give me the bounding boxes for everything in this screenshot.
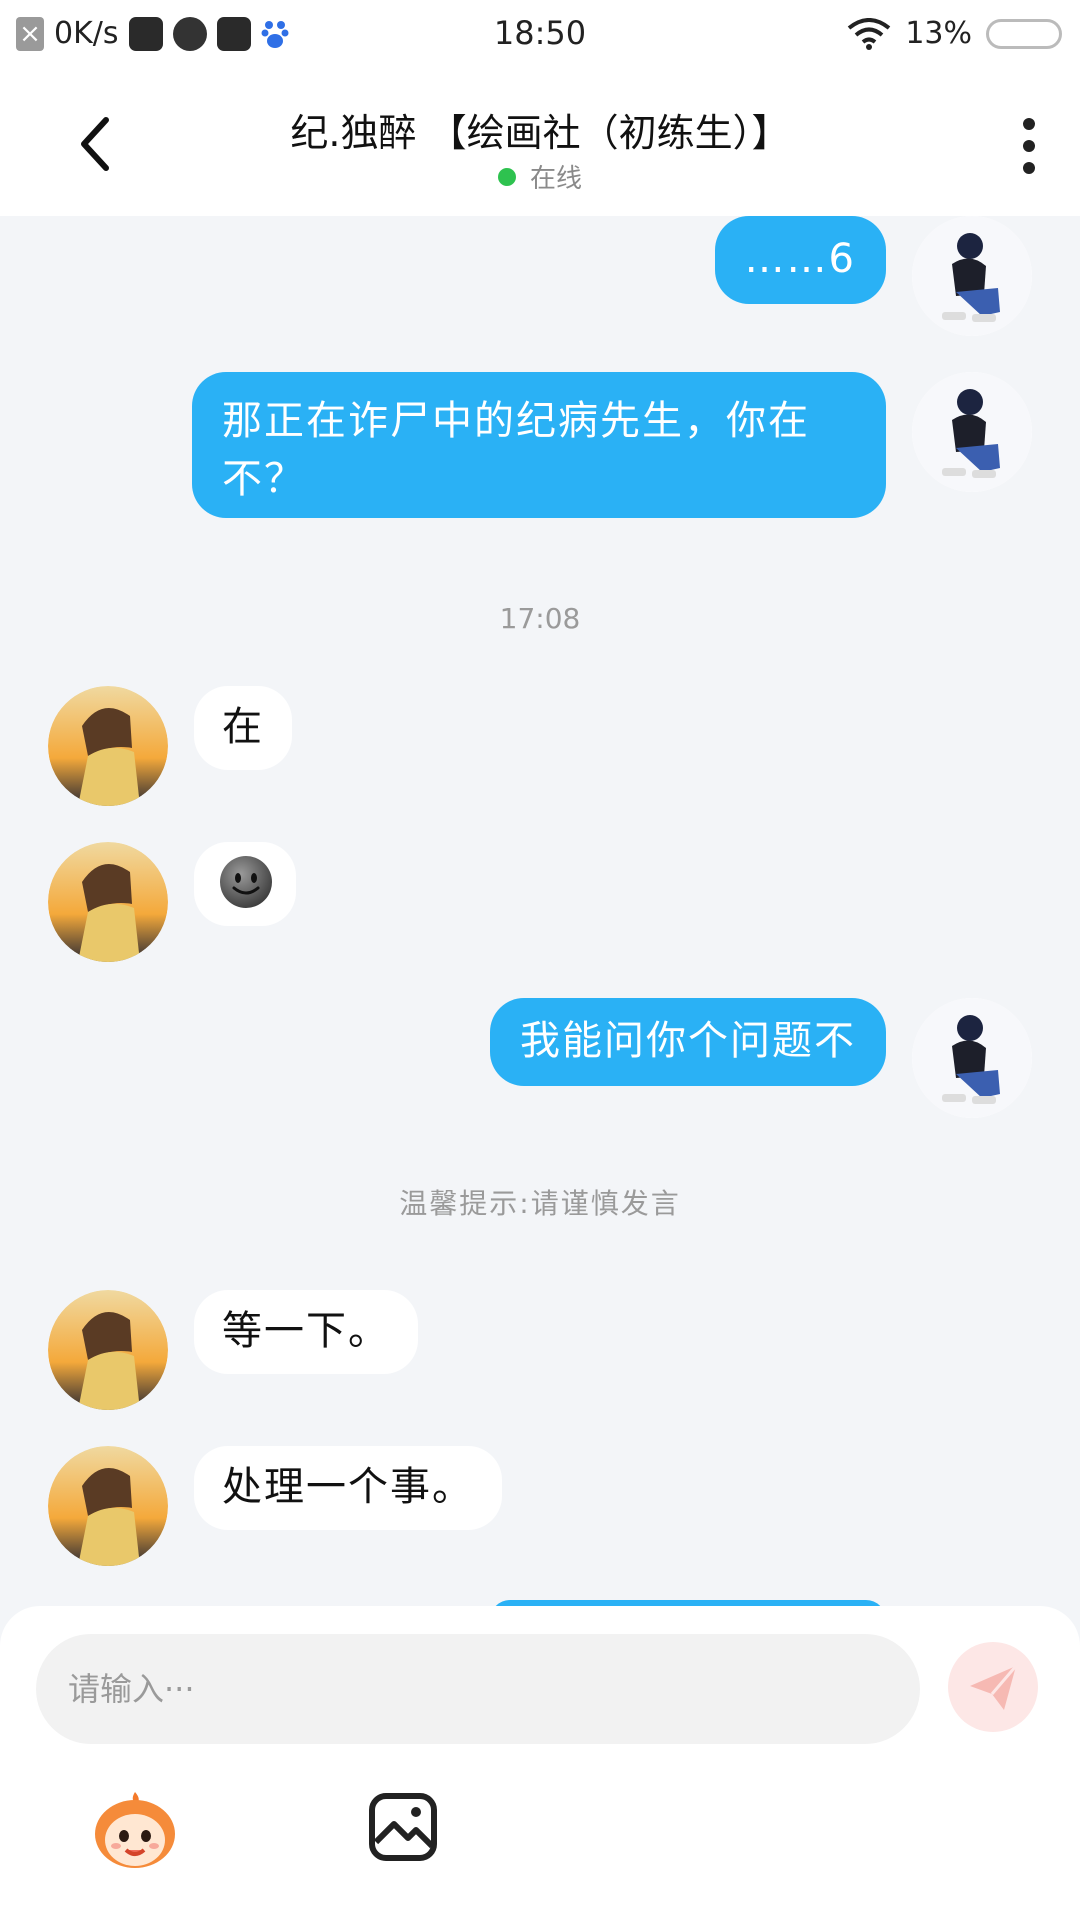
message-list[interactable]: ……6 那正在诈尸中的纪病先生，你在不？ 17:08 在 我能问你个问题不 温馨… bbox=[0, 216, 1080, 1606]
message-bubble-sent[interactable]: 那正在诈尸中的纪病先生，你在不？ bbox=[192, 372, 886, 518]
message-bubble-received[interactable]: 处理一个事。 bbox=[194, 1446, 502, 1530]
online-dot-icon bbox=[497, 167, 516, 186]
contact-avatar[interactable] bbox=[48, 1290, 168, 1410]
message-bubble-received[interactable] bbox=[194, 842, 296, 926]
send-icon bbox=[970, 1665, 1018, 1710]
contact-avatar-image bbox=[48, 686, 168, 806]
my-avatar-image bbox=[912, 216, 1032, 336]
image-icon[interactable] bbox=[368, 1792, 438, 1862]
my-avatar[interactable] bbox=[912, 216, 1032, 336]
my-avatar-image bbox=[912, 372, 1032, 492]
my-avatar[interactable] bbox=[912, 998, 1032, 1118]
send-button[interactable] bbox=[948, 1642, 1038, 1732]
my-avatar[interactable] bbox=[912, 372, 1032, 492]
message-bubble-sent[interactable]: 我能问你个问题不 bbox=[490, 998, 886, 1086]
chat-header: 纪.独醉 【绘画社（初练生）】 在线 bbox=[0, 72, 1080, 216]
chat-title: 纪.独醉 【绘画社（初练生）】 bbox=[290, 111, 790, 155]
battery-icon bbox=[986, 18, 1062, 49]
status-bar: × 0K/s 18:50 13% bbox=[0, 0, 1080, 72]
message-bubble-received[interactable]: 在 bbox=[194, 686, 292, 770]
my-avatar-image bbox=[912, 998, 1032, 1118]
contact-avatar[interactable] bbox=[48, 842, 168, 962]
battery-percent: 13% bbox=[905, 16, 972, 51]
timestamp: 17:08 bbox=[499, 602, 581, 635]
message-bubble-sent[interactable]: ……6 bbox=[714, 216, 886, 304]
online-status: 在线 bbox=[0, 158, 1080, 195]
smile-emoji-icon bbox=[220, 856, 272, 908]
mascot-sticker-icon[interactable] bbox=[90, 1786, 180, 1876]
contact-avatar[interactable] bbox=[48, 686, 168, 806]
message-bubble-received[interactable]: 等一下。 bbox=[194, 1290, 418, 1374]
input-bar: 请输入··· bbox=[0, 1606, 1080, 1920]
contact-avatar-image bbox=[48, 1446, 168, 1566]
online-label: 在线 bbox=[529, 164, 582, 194]
contact-avatar[interactable] bbox=[48, 1446, 168, 1566]
contact-avatar-image bbox=[48, 1290, 168, 1410]
more-vertical-icon[interactable] bbox=[1022, 116, 1036, 176]
wifi-icon bbox=[848, 17, 891, 50]
contact-avatar-image bbox=[48, 842, 168, 962]
warm-tip: 温馨提示:请谨慎发言 bbox=[399, 1187, 681, 1220]
message-input[interactable]: 请输入··· bbox=[36, 1634, 920, 1744]
